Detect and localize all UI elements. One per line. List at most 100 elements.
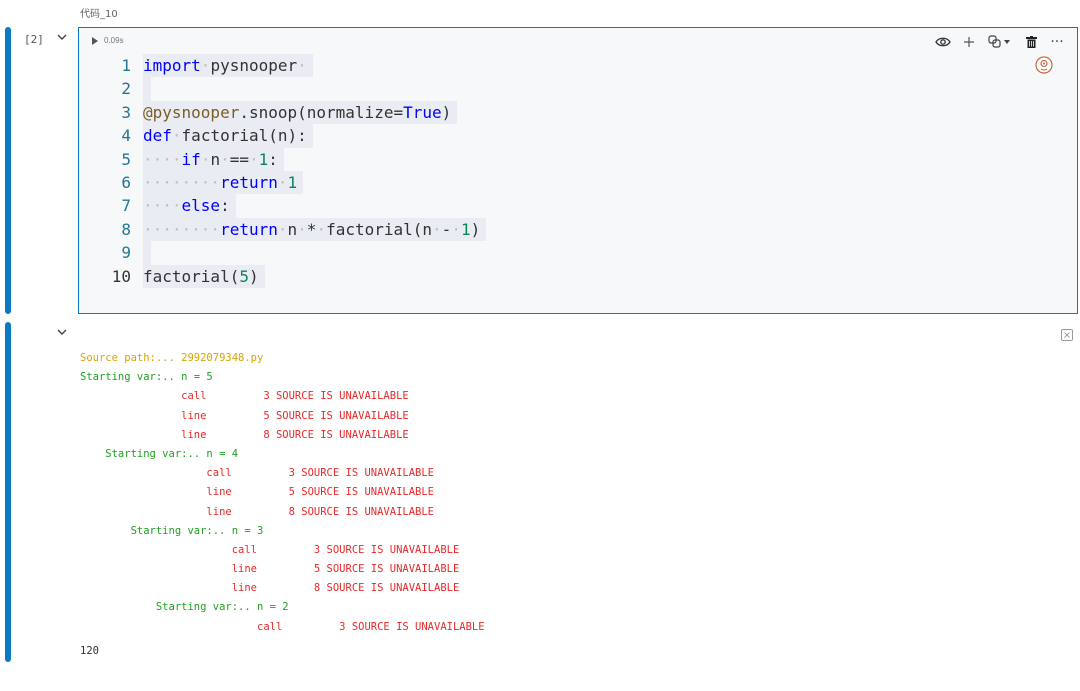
code-token: · <box>277 172 288 192</box>
code-token: · <box>451 219 461 239</box>
code-token: · <box>316 219 327 239</box>
code-token: n <box>287 219 298 239</box>
line-number: 4 <box>121 126 131 146</box>
code-token: @pysnooper <box>143 102 240 122</box>
code-token: else <box>181 196 221 216</box>
output-line: call 3 SOURCE IS UNAVAILABLE <box>80 467 435 480</box>
code-line[interactable]: 8 ········return·n·*·factorial(n·-·1) <box>99 217 487 242</box>
python-icon[interactable] <box>987 34 1013 50</box>
code-line[interactable]: 5 ····if·n·==·1: <box>99 147 486 171</box>
output-line: call 3 SOURCE IS UNAVAILABLE <box>80 620 485 633</box>
code-text <box>143 77 151 101</box>
code-token: factorial(n <box>326 219 433 239</box>
code-token: n <box>210 149 221 169</box>
run-status: 0.09s <box>91 36 124 45</box>
play-icon[interactable] <box>91 36 99 45</box>
line-number: 3 <box>121 102 131 122</box>
plus-icon[interactable] <box>961 34 977 50</box>
output-line: line 8 SOURCE IS UNAVAILABLE <box>80 582 460 595</box>
code-line[interactable]: 3 @pysnooper.snoop(normalize=True) <box>99 100 486 125</box>
line-number: 1 <box>121 56 131 75</box>
run-time: 0.09s <box>104 36 124 45</box>
output-line: Starting var:.. n = 4 <box>80 447 239 460</box>
output-line: line 5 SOURCE IS UNAVAILABLE <box>80 409 409 422</box>
code-line[interactable]: 2 <box>99 77 486 101</box>
code-token: .snoop(normalize= <box>239 102 404 122</box>
code-token: if <box>181 149 201 169</box>
code-token: ) <box>470 219 481 239</box>
code-token: 1 <box>258 149 269 169</box>
code-token: : <box>220 196 230 216</box>
code-token: · <box>200 149 211 169</box>
avatar[interactable] <box>1035 56 1053 74</box>
code-token: · <box>200 56 211 75</box>
output-line: Source path:... 2992079348.py <box>80 352 264 364</box>
code-text: def·factorial(n): <box>143 124 313 148</box>
output-line: line 5 SOURCE IS UNAVAILABLE <box>80 637 960 638</box>
eye-icon[interactable] <box>935 34 951 50</box>
chevron-down-icon[interactable] <box>55 325 69 339</box>
code-token: True <box>403 102 442 122</box>
code-text: ····if·n·==·1: <box>143 147 284 171</box>
line-number: 7 <box>121 196 131 216</box>
code-token: factorial( <box>143 266 240 286</box>
code-token: 1 <box>287 172 298 192</box>
code-token: 5 <box>239 266 249 286</box>
cell-focus-bar[interactable] <box>5 27 11 314</box>
code-token: ) <box>248 266 259 286</box>
output-line: line 8 SOURCE IS UNAVAILABLE <box>80 505 435 518</box>
chevron-down-icon[interactable] <box>55 30 69 44</box>
output-line: Starting var:.. n = 2 <box>80 601 289 614</box>
code-text: factorial(5) <box>143 264 265 288</box>
output-line: line 5 SOURCE IS UNAVAILABLE <box>80 486 435 499</box>
cell-output: Source path:... 2992079348.py Starting va… <box>80 349 960 638</box>
code-text: import·pysnooper· <box>143 54 313 78</box>
execution-count: [2] <box>24 33 44 46</box>
code-token: ···· <box>143 149 182 169</box>
output-line: call 3 SOURCE IS UNAVAILABLE <box>80 390 409 403</box>
line-number: 9 <box>121 243 131 263</box>
cell-title: 代码_10 <box>80 9 118 20</box>
code-text: ········return·n·*·factorial(n·-·1) <box>143 217 487 242</box>
output-line: call 3 SOURCE IS UNAVAILABLE <box>80 543 460 556</box>
code-editor[interactable]: 1 import·pysnooper· 2 3 @pysnooper.snoop(nor… <box>99 54 487 288</box>
code-token: ········ <box>143 219 221 239</box>
code-token: return <box>220 219 278 239</box>
code-text: @pysnooper.snoop(normalize=True) <box>143 100 458 125</box>
clear-output-icon[interactable] <box>1061 329 1073 341</box>
code-token: pysnooper <box>210 56 298 75</box>
output-focus-bar[interactable] <box>5 322 11 662</box>
more-icon[interactable]: ··· <box>1049 34 1065 50</box>
code-token: : <box>268 149 278 169</box>
code-token: ········ <box>143 172 221 192</box>
code-token: return <box>220 172 278 192</box>
code-token: · <box>297 219 307 239</box>
code-text <box>143 241 151 265</box>
line-number: 2 <box>121 79 131 99</box>
output-result: 120 <box>80 645 99 657</box>
code-token: · <box>277 219 288 239</box>
line-number: 6 <box>121 172 131 192</box>
line-number: 8 <box>121 219 131 239</box>
cell-toolbar: ··· <box>935 34 1065 50</box>
code-token: · <box>248 149 259 169</box>
line-number: 5 <box>121 149 131 169</box>
code-text: ········return·1 <box>143 170 304 195</box>
code-line[interactable]: 4 def·factorial(n): <box>99 124 486 148</box>
trash-icon[interactable] <box>1023 34 1039 50</box>
code-line[interactable]: 9 <box>99 241 486 265</box>
code-text: ····else: <box>143 194 236 218</box>
code-token: · <box>432 219 442 239</box>
code-token: ) <box>441 102 452 122</box>
code-token: factorial(n): <box>181 126 307 146</box>
code-token: · <box>171 126 182 146</box>
code-token: import <box>143 56 201 75</box>
output-line: Starting var:.. n = 5 <box>80 371 213 384</box>
code-cell[interactable]: 0.09s ··· 1 import·pysnooper· 2 3 @pysno… <box>78 27 1078 314</box>
code-line[interactable]: 6 ········return·1 <box>99 170 486 195</box>
output-line: line 8 SOURCE IS UNAVAILABLE <box>80 428 409 441</box>
code-token: == <box>229 149 249 169</box>
code-line[interactable]: 10 factorial(5) <box>99 264 486 288</box>
code-line[interactable]: 1 import·pysnooper· <box>99 54 486 78</box>
code-line[interactable]: 7 ····else: <box>99 194 486 218</box>
